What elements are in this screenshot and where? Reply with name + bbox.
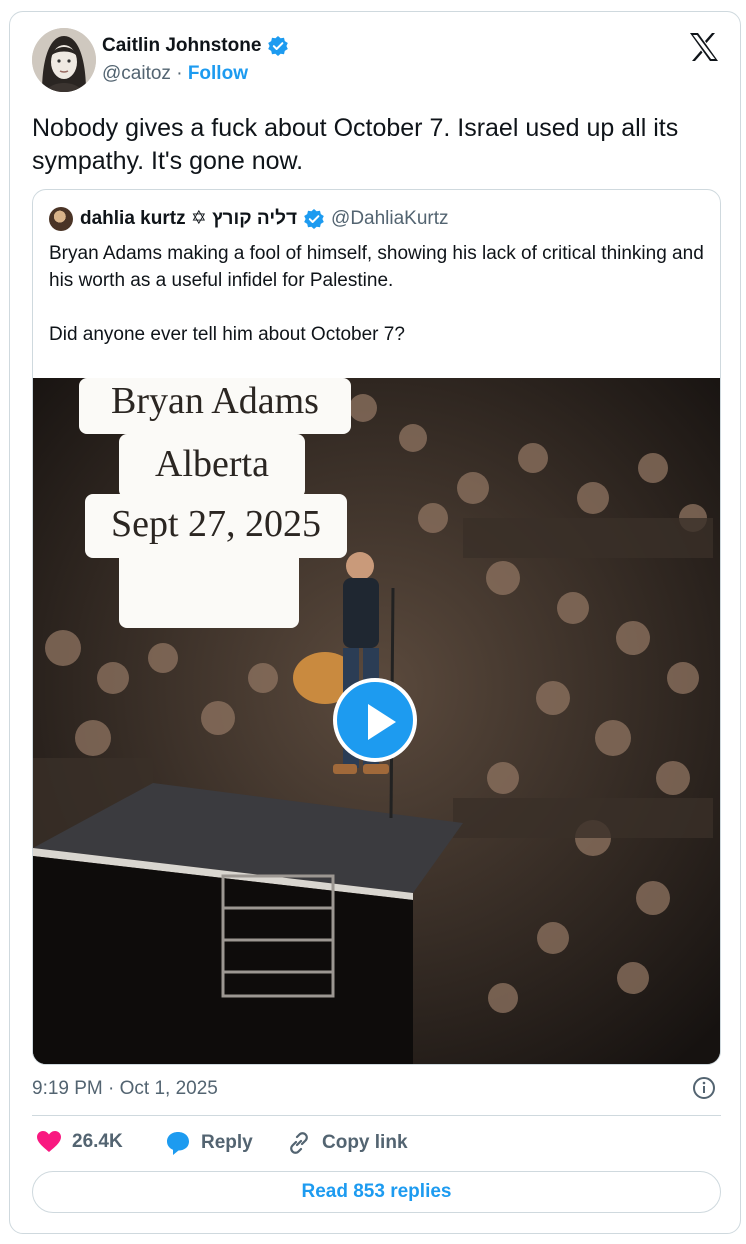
verified-badge-icon xyxy=(267,35,289,57)
author-name-row[interactable]: Caitlin Johnstone xyxy=(102,35,289,57)
video-overlay-date: Sept 27, 2025 xyxy=(85,494,347,558)
link-icon xyxy=(290,1132,308,1154)
like-count: 26.4K xyxy=(72,1131,123,1152)
tweet-timestamp[interactable]: 9:19 PM · Oct 1, 2025 xyxy=(32,1078,218,1100)
author-name[interactable]: Caitlin Johnstone xyxy=(102,35,261,57)
play-button[interactable] xyxy=(333,678,417,762)
quoted-tweet[interactable]: dahlia kurtz ✡ דליה קורץ @DahliaKurtz Br… xyxy=(32,189,721,1065)
tweet-embed-card: Caitlin Johnstone @caitoz · Follow Nobod… xyxy=(9,11,741,1234)
quoted-author-name[interactable]: dahlia kurtz ✡ דליה קורץ xyxy=(80,207,297,230)
reply-button[interactable]: Reply xyxy=(165,1130,253,1156)
video-overlay-location: Alberta xyxy=(119,434,305,498)
video-overlay-panel xyxy=(119,550,299,628)
quoted-author-row: dahlia kurtz ✡ דליה קורץ @DahliaKurtz xyxy=(80,207,449,230)
author-avatar[interactable] xyxy=(32,28,96,92)
quoted-tweet-text: Bryan Adams making a fool of himself, sh… xyxy=(49,240,709,375)
action-bar: 26.4K Reply Copy link xyxy=(32,1130,721,1160)
reply-bubble-icon xyxy=(167,1132,189,1155)
heart-icon xyxy=(37,1131,61,1152)
quoted-author-handle[interactable]: @DahliaKurtz xyxy=(331,208,449,230)
tweet-text: Nobody gives a fuck about October 7. Isr… xyxy=(32,114,679,175)
like-button[interactable]: 26.4K xyxy=(36,1130,123,1154)
quoted-author-avatar[interactable] xyxy=(49,207,73,231)
copy-link-label: Copy link xyxy=(322,1132,408,1153)
info-icon[interactable] xyxy=(692,1076,716,1100)
read-replies-button[interactable]: Read 853 replies xyxy=(32,1171,721,1213)
video-player[interactable]: Bryan Adams Alberta Sept 27, 2025 xyxy=(33,378,720,1064)
video-overlay-title: Bryan Adams xyxy=(79,378,351,434)
divider xyxy=(32,1115,721,1116)
copy-link-button[interactable]: Copy link xyxy=(286,1130,408,1156)
reply-label: Reply xyxy=(201,1132,253,1153)
quoted-paragraph: Bryan Adams making a fool of himself, sh… xyxy=(49,243,704,291)
play-icon xyxy=(368,704,396,740)
verified-badge-icon xyxy=(303,208,325,230)
quoted-paragraph: Did anyone ever tell him about October 7… xyxy=(49,324,405,345)
author-handle[interactable]: @caitoz xyxy=(102,63,171,84)
follow-button[interactable]: Follow xyxy=(188,63,248,84)
author-handle-row: @caitoz · Follow xyxy=(102,63,248,85)
x-logo-icon[interactable] xyxy=(688,32,720,62)
separator-dot: · xyxy=(176,63,183,84)
